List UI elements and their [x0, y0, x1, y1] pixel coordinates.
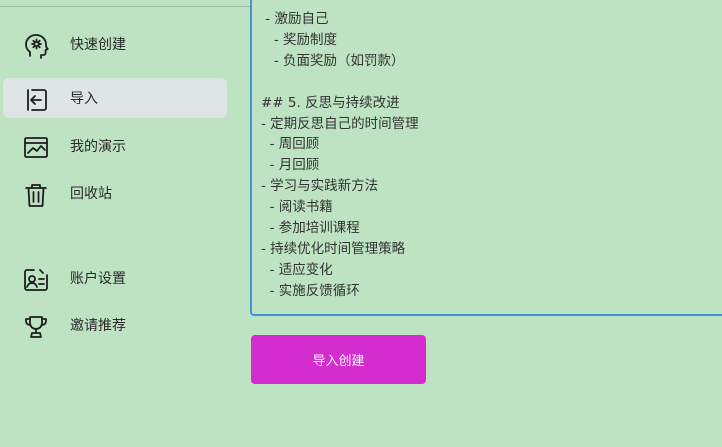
- sidebar-item-label: 邀请推荐: [70, 318, 126, 334]
- trophy-icon: [22, 313, 50, 341]
- sidebar-item-label: 我的演示: [70, 139, 126, 155]
- trash-icon: [22, 181, 50, 209]
- sidebar-item-account-settings[interactable]: 账户设置: [3, 258, 227, 298]
- editor-line: - 激励自己: [261, 11, 329, 27]
- sidebar-item-label: 快速创建: [70, 37, 126, 53]
- import-icon: [22, 86, 50, 114]
- editor-line: - 奖励制度: [261, 31, 338, 48]
- editor-line: - 适应变化: [261, 261, 333, 278]
- head-gear-icon: [22, 32, 50, 60]
- editor-line: - 学习与实践新方法: [261, 178, 379, 195]
- sidebar-item-referral[interactable]: 邀请推荐: [3, 305, 227, 345]
- markdown-editor-content[interactable]: - 激励自己 - 奖励制度 - 负面奖励（如罚款） ## 5. 反思与持续改进 …: [261, 9, 721, 302]
- sidebar-item-label: 回收站: [70, 186, 112, 202]
- import-create-button[interactable]: 导入创建: [251, 335, 426, 384]
- sidebar-item-trash[interactable]: 回收站: [3, 173, 227, 213]
- editor-line: - 定期反思自己的时间管理: [261, 115, 419, 132]
- sidebar-item-label: 账户设置: [70, 271, 126, 287]
- editor-line: ## 5. 反思与持续改进: [261, 94, 400, 111]
- editor-line: - 持续优化时间管理策略: [261, 240, 406, 257]
- sidebar-item-quick-create[interactable]: 快速创建: [3, 24, 227, 64]
- editor-line: - 阅读书籍: [261, 199, 333, 216]
- sidebar-item-my-presentations[interactable]: 我的演示: [3, 126, 227, 166]
- account-card-icon: [22, 266, 50, 294]
- editor-line: - 周回顾: [261, 136, 320, 153]
- editor-line: - 月回顾: [261, 157, 320, 174]
- editor-line: - 参加培训课程: [261, 220, 360, 237]
- presentation-icon: [22, 134, 50, 162]
- editor-line: - 实施反馈循环: [261, 282, 360, 299]
- editor-line: - 负面奖励（如罚款）: [261, 52, 405, 69]
- sidebar-item-import[interactable]: 导入: [3, 78, 227, 118]
- sidebar-item-label: 导入: [70, 91, 98, 107]
